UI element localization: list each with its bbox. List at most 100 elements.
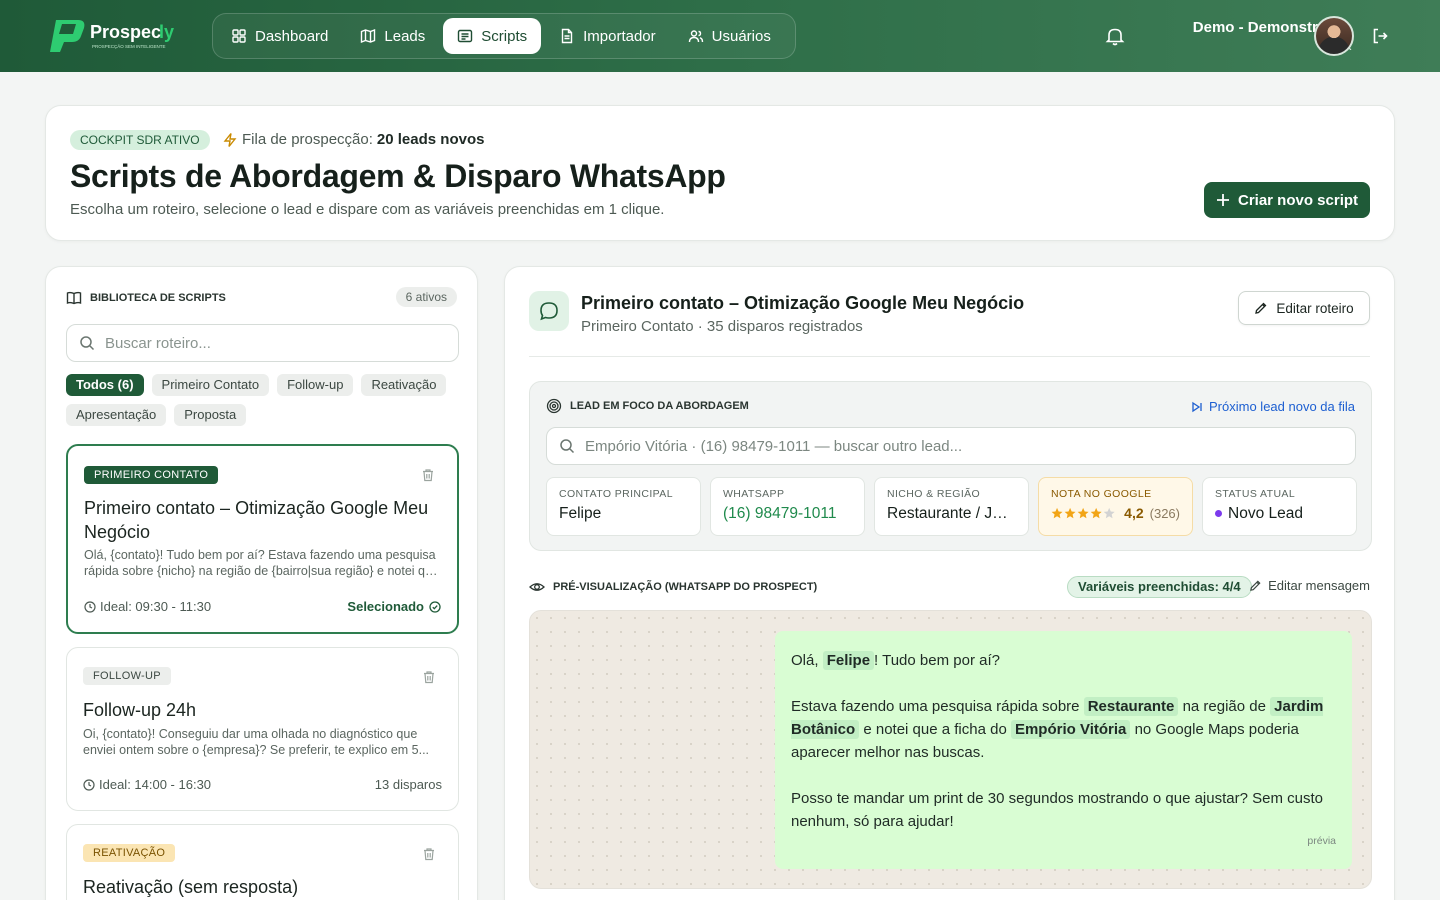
nav-dashboard[interactable]: Dashboard: [217, 18, 342, 54]
lead-focus-panel: LEAD EM FOCO DA ABORDAGEM Próximo lead n…: [529, 381, 1372, 551]
clock-icon: [84, 600, 96, 613]
script-card-primeiro-contato[interactable]: PRIMEIRO CONTATO Primeiro contato – Otim…: [66, 444, 459, 634]
script-search-input[interactable]: Buscar roteiro...: [66, 324, 459, 362]
prospecting-queue: Fila de prospecção: 20 leads novos: [222, 131, 484, 148]
ideal-time-label: Ideal: 09:30 - 11:30: [100, 599, 212, 614]
send-count: 13 disparos: [374, 777, 442, 792]
edit-message-label: Editar mensagem: [1268, 578, 1370, 593]
status-value: Novo Lead: [1215, 505, 1344, 523]
script-footer: Ideal: 09:30 - 11:30 Selecionado: [84, 599, 441, 614]
fact-value: Felipe: [559, 505, 602, 522]
edit-script-label: Editar roteiro: [1276, 300, 1354, 316]
message-line-1: Olá, Felipe! Tudo bem por aí?: [791, 649, 1336, 672]
filter-primeiro-contato[interactable]: Primeiro Contato: [151, 374, 270, 396]
preview-title: PRÉ-VISUALIZAÇÃO (WHATSAPP DO PROSPECT): [553, 581, 818, 593]
script-card-follow-up[interactable]: FOLLOW-UP Follow-up 24h Oi, {contato}! C…: [66, 647, 459, 811]
chat-bubble-icon: [529, 291, 569, 331]
trash-icon[interactable]: [422, 847, 436, 861]
next-lead-label: Próximo lead novo da fila: [1209, 399, 1355, 414]
fact-niche-region: NICHO & REGIÃO Restaurante / Jardim Botâ…: [874, 477, 1029, 536]
lead-search-input[interactable]: Empório Vitória · (16) 98479-1011 — busc…: [546, 427, 1356, 465]
user-avatar[interactable]: [1314, 16, 1354, 56]
grid-icon: [232, 29, 246, 43]
library-heading: BIBLIOTECA DE SCRIPTS: [66, 290, 226, 306]
active-scripts-count: 6 ativos: [395, 287, 457, 307]
search-icon: [560, 439, 575, 454]
nav-scripts[interactable]: Scripts: [443, 18, 542, 54]
lead-focus-heading: LEAD EM FOCO DA ABORDAGEM: [546, 398, 749, 414]
ideal-time: Ideal: 09:30 - 11:30: [84, 599, 211, 614]
lead-search-value: Empório Vitória · (16) 98479-1011 — busc…: [585, 437, 963, 455]
trash-icon[interactable]: [421, 468, 435, 482]
filter-proposta[interactable]: Proposta: [174, 404, 247, 426]
nav-usuarios[interactable]: Usuários: [674, 18, 785, 54]
message-text: Estava fazendo uma pesquisa rápida sobre: [791, 698, 1080, 715]
nav-scripts-label: Scripts: [481, 27, 528, 45]
edit-script-button[interactable]: Editar roteiro: [1238, 291, 1370, 325]
nav-importador-label: Importador: [583, 27, 656, 45]
nav-importador[interactable]: Importador: [545, 18, 670, 54]
page-header-card: COCKPIT SDR ATIVO Fila de prospecção: 20…: [45, 105, 1395, 241]
main-nav: Dashboard Leads Scripts Importador Usuár…: [212, 13, 796, 59]
var-contact: Felipe: [822, 651, 875, 670]
preview-heading: PRÉ-VISUALIZAÇÃO (WHATSAPP DO PROSPECT): [529, 579, 817, 595]
target-icon: [546, 398, 562, 414]
stars-icon: [1051, 507, 1115, 518]
next-lead-link[interactable]: Próximo lead novo da fila: [1191, 399, 1355, 414]
create-script-button[interactable]: Criar novo script: [1204, 182, 1370, 218]
filter-reativacao[interactable]: Reativação: [361, 374, 447, 396]
page-subtitle: Escolha um roteiro, selecione o lead e d…: [70, 201, 665, 218]
filter-follow-up[interactable]: Follow-up: [277, 374, 354, 396]
message-text: e notei que a ficha do: [863, 721, 1007, 738]
script-card-reativacao[interactable]: REATIVAÇÃO Reativação (sem resposta): [66, 824, 459, 900]
lightning-icon: [223, 132, 237, 147]
nav-leads[interactable]: Leads: [346, 18, 439, 54]
book-icon: [66, 291, 82, 305]
file-icon: [561, 28, 573, 44]
ideal-time-label: Ideal: 14:00 - 16:30: [99, 777, 212, 792]
script-description: Olá, {contato}! Tudo bem por aí? Estava …: [84, 548, 439, 578]
prospecly-logo[interactable]: Prospec ly PROSPECÇÃO SEM INTELIGENTE: [48, 14, 188, 58]
search-icon: [80, 336, 95, 351]
fact-label: STATUS ATUAL: [1215, 488, 1296, 500]
fact-label: WHATSAPP: [723, 488, 785, 500]
message-text: na região de: [1182, 698, 1266, 715]
script-category-tag: FOLLOW-UP: [83, 667, 171, 685]
rating-value: 4,2: [1124, 505, 1144, 521]
script-detail-panel: Primeiro contato – Otimização Google Meu…: [504, 266, 1395, 900]
nav-dashboard-label: Dashboard: [255, 27, 329, 45]
script-library-panel: BIBLIOTECA DE SCRIPTS 6 ativos Buscar ro…: [45, 266, 478, 900]
filter-apresentacao[interactable]: Apresentação: [66, 404, 167, 426]
preview-label: prévia: [1307, 835, 1336, 847]
eye-icon: [529, 583, 545, 591]
whatsapp-number[interactable]: (16) 98479-1011: [723, 505, 852, 523]
check-circle-icon: [429, 600, 441, 613]
logout-icon[interactable]: [1371, 27, 1389, 45]
notifications-bell-icon[interactable]: [1104, 25, 1126, 47]
fact-google-rating: NOTA NO GOOGLE 4,2 (326): [1038, 477, 1193, 536]
fact-status: STATUS ATUAL Novo Lead: [1202, 477, 1357, 536]
map-icon: [361, 28, 376, 44]
cockpit-status-badge: COCKPIT SDR ATIVO: [70, 130, 210, 150]
users-icon: [688, 30, 703, 43]
filter-all[interactable]: Todos (6): [66, 374, 144, 396]
trash-icon[interactable]: [422, 670, 436, 684]
fact-contact: CONTATO PRINCIPAL Felipe: [546, 477, 701, 536]
page-title: Scripts de Abordagem & Disparo WhatsApp: [70, 158, 726, 194]
selected-label: Selecionado: [347, 599, 424, 614]
selected-indicator: Selecionado: [347, 599, 441, 614]
message-line-3: Posso te mandar um print de 30 segundos …: [791, 790, 1323, 830]
script-footer: Ideal: 14:00 - 16:30 13 disparos: [83, 777, 442, 792]
brand-tagline: PROSPECÇÃO SEM INTELIGENTE: [92, 43, 166, 49]
pencil-icon: [1255, 302, 1267, 314]
pencil-icon: [1250, 580, 1261, 591]
create-script-label: Criar novo script: [1237, 191, 1359, 209]
script-title: Reativação (sem resposta): [83, 877, 299, 897]
star-rating: 4,2 (326): [1051, 505, 1180, 521]
script-title: Follow-up 24h: [83, 700, 197, 720]
edit-message-link[interactable]: Editar mensagem: [1249, 578, 1370, 593]
selected-script-title: Primeiro contato – Otimização Google Meu…: [581, 293, 1025, 313]
nav-leads-label: Leads: [384, 27, 426, 45]
greeting: Olá,: [791, 652, 819, 669]
message-bubble: Olá, Felipe! Tudo bem por aí? Estava faz…: [775, 631, 1352, 869]
